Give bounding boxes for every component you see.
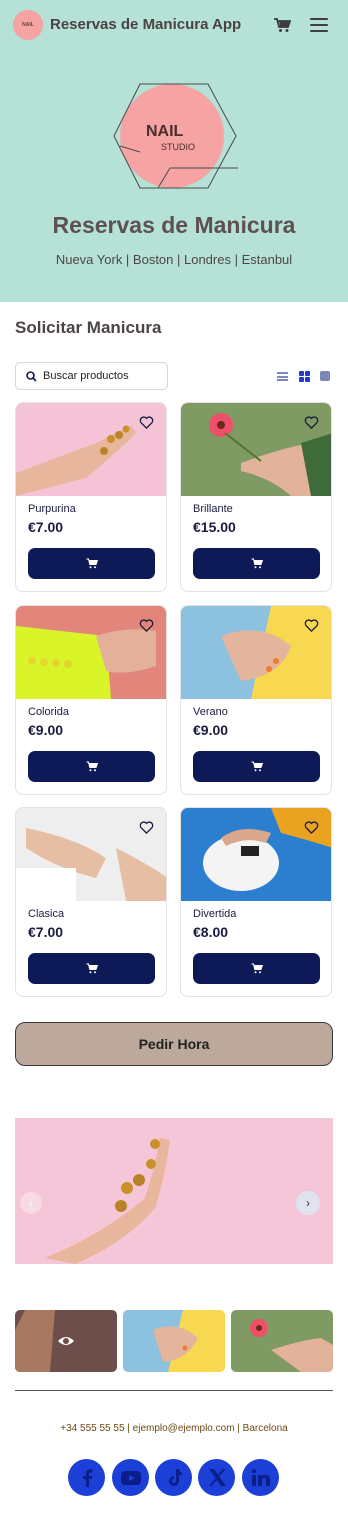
gallery-thumbnail[interactable] [123,1310,225,1372]
grid-view-icon[interactable] [299,371,310,382]
product-price: €15.00 [193,519,236,535]
app-name[interactable]: Reservas de Manicura App [50,16,241,33]
tiktok-icon[interactable] [155,1459,192,1496]
gallery-thumbnail[interactable] [15,1310,117,1372]
add-to-cart-button[interactable] [193,953,320,984]
product-price: €9.00 [28,722,64,738]
favorite-heart-icon[interactable] [139,820,154,835]
product-price: €7.00 [28,924,64,940]
hero-banner: NAIL Reservas de Manicura App NAIL STUDI… [0,0,348,302]
linkedin-icon[interactable] [242,1459,279,1496]
chevron-left-icon[interactable]: ‹ [20,1192,42,1214]
chevron-right-icon[interactable]: › [296,1191,320,1215]
add-to-cart-button[interactable] [28,548,155,579]
nail-studio-logo: NAIL STUDIO [110,78,240,202]
hero-cities: Nueva York | Boston | Londres | Estanbul [55,252,293,267]
cart-icon[interactable] [273,17,292,33]
product-name: Colorida [28,706,69,718]
hamburger-menu-icon[interactable] [310,18,328,32]
search-input[interactable] [43,370,153,382]
footer-divider [15,1390,333,1391]
gallery-thumbnail[interactable] [231,1310,333,1372]
contact-info: +34 555 55 55 | ejemplo@ejemplo.com | Ba… [60,1423,288,1434]
product-name: Purpurina [28,503,76,515]
section-title: Solicitar Manicura [15,318,162,337]
book-appointment-button[interactable]: Pedir Hora [15,1022,333,1066]
product-name: Clasica [28,908,65,920]
cart-icon [86,558,98,569]
x-icon[interactable] [198,1459,235,1496]
cart-icon [86,761,98,772]
brand-logo[interactable]: NAIL [13,10,43,40]
favorite-heart-icon[interactable] [139,618,154,633]
youtube-icon[interactable] [112,1459,149,1496]
product-price: €7.00 [28,519,64,535]
large-view-icon[interactable] [320,371,330,381]
product-price: €9.00 [193,722,229,738]
product-price: €8.00 [193,924,229,940]
facebook-icon[interactable] [68,1459,105,1496]
cart-icon [251,761,263,772]
product-card[interactable]: Brillante €15.00 [180,402,332,592]
product-name: Divertida [193,908,237,920]
product-card[interactable]: Colorida €9.00 [15,605,167,795]
product-card[interactable]: Purpurina €7.00 [15,402,167,592]
brand-logo-text: NAIL [22,22,34,28]
favorite-heart-icon[interactable] [304,618,319,633]
favorite-heart-icon[interactable] [139,415,154,430]
logo-line1: NAIL [146,123,184,140]
product-card[interactable]: Divertida €8.00 [180,807,332,997]
add-to-cart-button[interactable] [193,751,320,782]
product-card[interactable]: Clasica €7.00 [15,807,167,997]
product-name: Verano [193,706,228,718]
add-to-cart-button[interactable] [28,953,155,984]
cart-icon [251,558,263,569]
list-view-icon[interactable] [277,372,288,381]
cart-icon [86,963,98,974]
product-name: Brillante [193,503,233,515]
add-to-cart-button[interactable] [193,548,320,579]
top-bar: NAIL Reservas de Manicura App [0,0,348,52]
search-icon [26,370,37,382]
image-carousel[interactable] [15,1118,333,1264]
add-to-cart-button[interactable] [28,751,155,782]
favorite-heart-icon[interactable] [304,820,319,835]
product-card[interactable]: Verano €9.00 [180,605,332,795]
cart-icon [251,963,263,974]
hero-title: Reservas de Manicura [52,212,296,238]
favorite-heart-icon[interactable] [304,415,319,430]
search-box[interactable] [15,362,168,390]
logo-line2: STUDIO [161,142,195,152]
